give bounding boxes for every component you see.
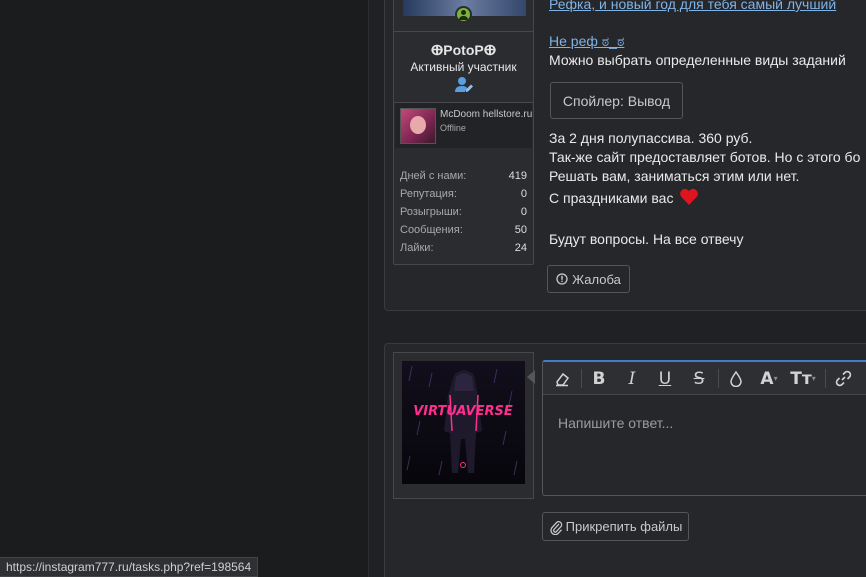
post-link-top[interactable]: Рефка, и новый год для тебя самый лучший <box>549 0 836 12</box>
reply-placeholder[interactable]: Напишите ответ... <box>558 415 673 431</box>
underline-icon[interactable]: U <box>652 362 678 395</box>
user-edit-icon <box>455 77 473 92</box>
post-text-line: Так-же сайт предоставляет ботов. Но с эт… <box>549 149 861 165</box>
stat-label: Сообщения: <box>400 224 463 236</box>
strikethrough-icon[interactable]: S <box>686 362 712 395</box>
post-text: С праздниками вас <box>549 190 674 206</box>
paperclip-icon <box>549 520 562 535</box>
stat-row: Розыгрыши: 0 <box>400 206 527 224</box>
stat-value: 419 <box>508 170 527 182</box>
attach-label: Прикрепить файлы <box>565 519 683 534</box>
virtuaverse-artwork: VIRTUAVERSE <box>402 361 525 484</box>
user-title: Активный участник <box>410 60 517 74</box>
editor-toolbar: B I U S A ▾ Tт ▾ <box>543 362 866 395</box>
mini-status: Offline <box>440 123 466 133</box>
stat-row: Дней с нами: 419 <box>400 170 527 188</box>
toolbar-separator <box>825 369 826 388</box>
reply-editor[interactable]: B I U S A ▾ Tт ▾ Напишите ответ... <box>542 360 866 496</box>
stat-row: Репутация: 0 <box>400 188 527 206</box>
mini-avatar[interactable] <box>400 108 436 144</box>
user-card: ⴲPotoPⴲ Активный участник McDoom hellsto… <box>393 0 534 265</box>
stat-label: Дней с нами: <box>400 170 467 182</box>
eraser-icon[interactable] <box>549 362 575 395</box>
status-bar-url: https://instagram777.ru/tasks.php?ref=19… <box>0 557 259 577</box>
editor-pointer <box>527 370 535 384</box>
left-blank-pane <box>0 0 368 577</box>
stat-value: 0 <box>520 206 527 218</box>
stat-value: 50 <box>514 224 527 236</box>
stat-value: 0 <box>520 188 527 200</box>
font-color-icon[interactable]: A ▾ <box>754 362 784 395</box>
user-stats: Дней с нами: 419 Репутация: 0 Розыгрыши: 0 … <box>400 170 527 260</box>
reply-avatar-frame: VIRTUAVERSE <box>393 352 534 499</box>
mini-username[interactable]: McDoom hellstore.ru <box>440 109 532 120</box>
heart-icon <box>680 188 699 205</box>
stat-value: 24 <box>514 242 527 254</box>
stat-row: Сообщения: 50 <box>400 224 527 242</box>
post-text-line: Решать вам, заниматься этим или нет. <box>549 168 800 184</box>
italic-icon[interactable]: I <box>619 362 645 395</box>
username[interactable]: ⴲPotoPⴲ <box>394 42 533 59</box>
online-status-icon <box>455 6 472 23</box>
toolbar-separator <box>718 369 719 388</box>
stat-label: Розыгрыши: <box>400 206 462 218</box>
bold-icon[interactable]: B <box>586 362 612 395</box>
post-text-line: Можно выбрать определенные виды заданий <box>549 52 846 68</box>
user-mini-profile[interactable]: McDoom hellstore.ru Offline <box>395 103 532 148</box>
stat-row: Лайки: 24 <box>400 242 527 260</box>
post-link[interactable]: Не реф ಠ_ಠ <box>549 33 624 50</box>
report-label: Жалоба <box>572 271 621 287</box>
toolbar-separator <box>581 369 582 388</box>
post-text-line: За 2 дня полупассива. 360 руб. <box>549 130 753 146</box>
attach-files-button[interactable]: Прикрепить файлы <box>542 512 689 541</box>
card-divider <box>394 31 533 32</box>
post-text-line: Будут вопросы. На все отвечу <box>549 231 744 247</box>
link-icon[interactable] <box>830 362 856 395</box>
post-text-line-with-heart: С праздниками вас <box>549 187 699 207</box>
report-button[interactable]: Жалоба <box>547 265 630 293</box>
font-size-icon[interactable]: Tт ▾ <box>787 362 819 395</box>
alert-circle-icon <box>556 273 568 285</box>
reply-avatar[interactable]: VIRTUAVERSE <box>402 361 525 484</box>
artwork-title: VIRTUAVERSE <box>413 404 513 419</box>
color-drop-icon[interactable] <box>724 362 748 395</box>
spoiler-button[interactable]: Спойлер: Вывод <box>550 82 683 119</box>
stat-label: Лайки: <box>400 242 434 254</box>
stat-label: Репутация: <box>400 188 457 200</box>
